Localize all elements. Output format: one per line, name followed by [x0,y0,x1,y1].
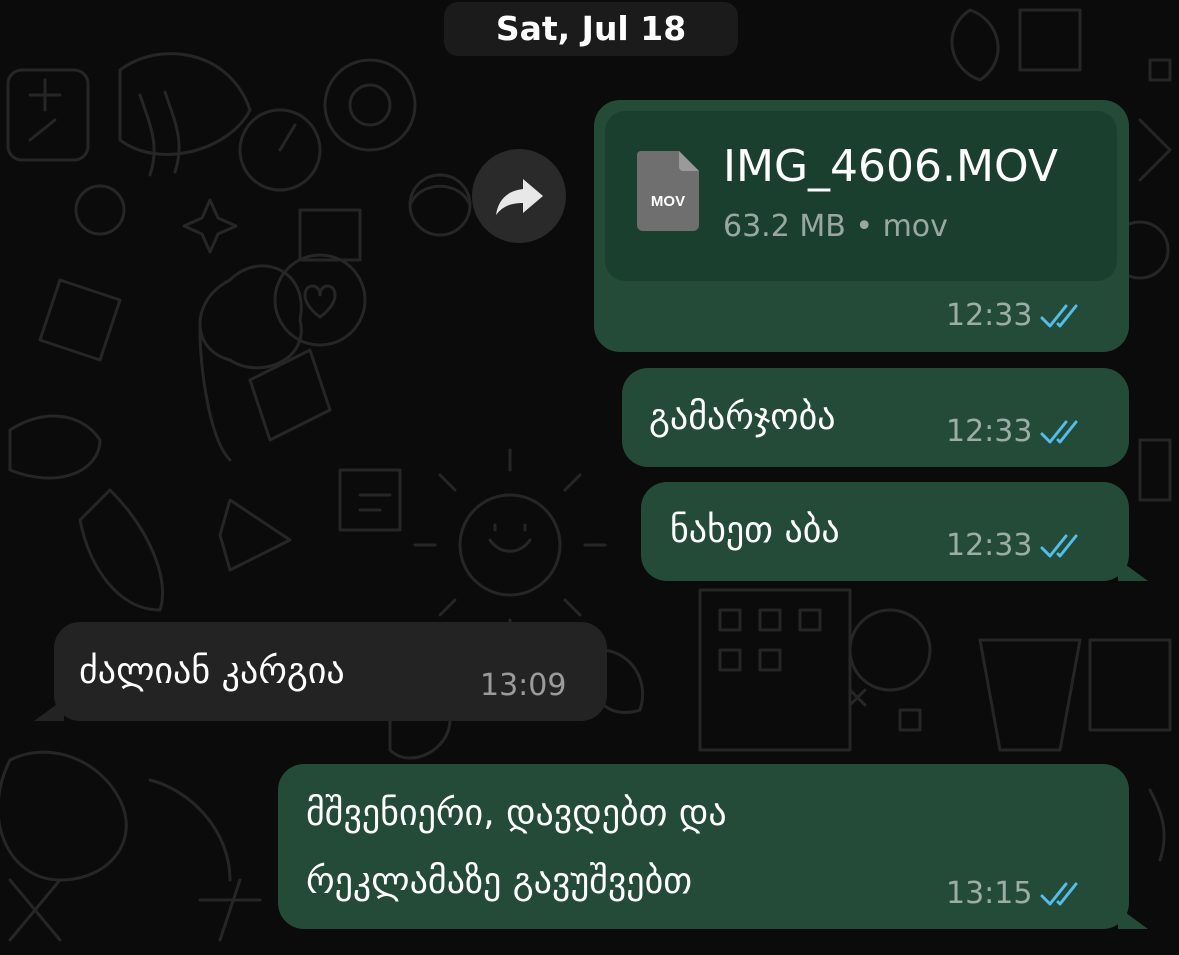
forward-button[interactable] [472,149,566,243]
message-text: ძალიან კარგია [79,651,345,692]
file-info: 63.2 MB • mov [723,209,948,244]
file-attachment[interactable]: MOV IMG_4606.MOV 63.2 MB • mov [605,111,1117,281]
message-time: 13:15 [946,876,1033,911]
file-type-label: MOV [651,193,685,210]
forward-icon [496,179,543,215]
file-name: IMG_4606.MOV [723,141,1058,192]
document-icon: MOV [637,151,699,231]
bubble-tail [1118,907,1148,929]
read-ticks-icon [1040,304,1078,327]
message-meta: 13:15 [946,876,1086,911]
message-time: 12:33 [946,298,1033,333]
bubble-tail [1118,559,1148,581]
message-time: 12:33 [946,528,1033,563]
message-time: 12:33 [946,414,1033,449]
message-text: გამარჯობა [649,397,836,438]
message-file-bubble[interactable]: MOV IMG_4606.MOV 63.2 MB • mov 12:33 [594,100,1129,352]
message-text-line: რეკლამაზე გავუშვებთ [306,861,693,902]
message-bubble-outgoing[interactable]: ნახეთ აბა 12:33 [641,482,1129,581]
message-bubble-outgoing[interactable]: მშვენიერი, დავდებთ და რეკლამაზე გავუშვებ… [278,764,1129,929]
read-ticks-icon [1040,420,1078,443]
message-text-line: მშვენიერი, დავდებთ და [306,793,727,834]
read-ticks-icon [1040,534,1078,557]
message-text: ნახეთ აბა [670,510,840,551]
message-meta: 12:33 [946,298,1086,333]
message-time: 13:09 [480,668,567,703]
date-separator: Sat, Jul 18 [444,2,738,56]
message-meta: 12:33 [946,528,1086,563]
message-meta: 12:33 [946,414,1086,449]
message-bubble-incoming[interactable]: ძალიან კარგია 13:09 [54,622,607,721]
bubble-tail [34,699,64,721]
message-bubble-outgoing[interactable]: გამარჯობა 12:33 [622,368,1129,467]
read-ticks-icon [1040,882,1078,905]
message-meta: 13:09 [480,668,566,703]
